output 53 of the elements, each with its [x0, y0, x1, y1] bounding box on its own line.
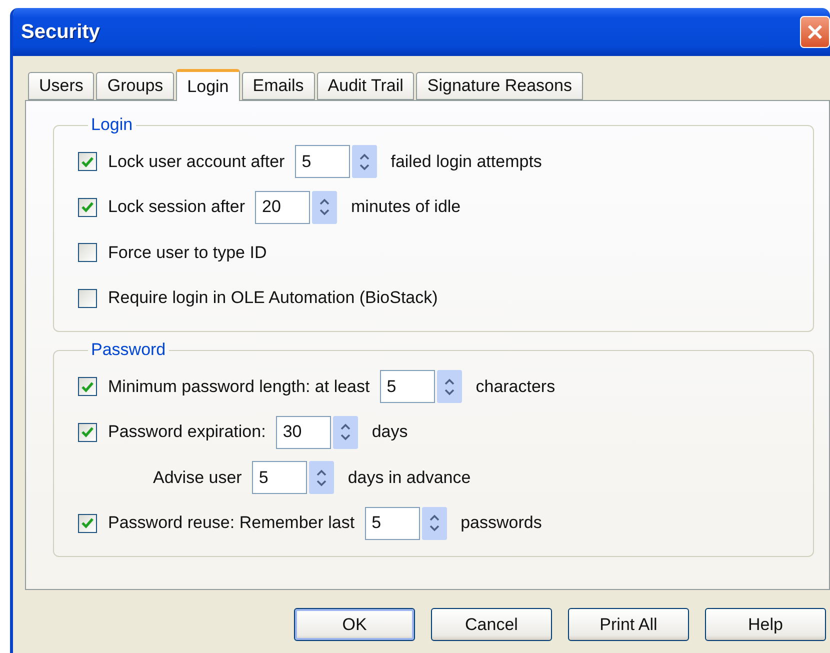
close-button[interactable]	[800, 16, 830, 48]
number-field[interactable]: 30	[276, 416, 331, 449]
unit-label: days in advance	[348, 468, 471, 488]
number-field[interactable]: 5	[294, 145, 350, 178]
spin-button[interactable]	[332, 416, 358, 449]
number-field[interactable]: 5	[252, 461, 307, 494]
option-label: Minimum password length: at least	[108, 376, 370, 397]
dialog-button[interactable]: OK	[294, 608, 415, 641]
dialog-button[interactable]: Print All	[568, 608, 689, 641]
spin-button[interactable]	[312, 190, 338, 224]
checkbox[interactable]	[78, 198, 97, 217]
tab[interactable]: Groups	[96, 72, 174, 100]
unit-label: minutes of idle	[351, 197, 461, 218]
tab[interactable]: Login	[176, 69, 240, 101]
checkbox[interactable]	[78, 377, 97, 396]
check-icon	[81, 201, 94, 214]
option-label: Force user to type ID	[108, 242, 267, 263]
tab[interactable]: Audit Trail	[316, 72, 414, 100]
check-icon	[81, 380, 94, 393]
option-label: Lock user account after	[108, 152, 285, 172]
option-label: Require login in OLE Automation (BioStack)	[108, 288, 438, 308]
spin-button[interactable]	[308, 461, 334, 494]
option-label: Lock session after	[108, 197, 246, 218]
dialog-button[interactable]: Cancel	[431, 608, 552, 641]
group-title: Login	[90, 115, 134, 135]
option-label: Password expiration:	[108, 422, 266, 442]
tab[interactable]: Signature Reasons	[416, 72, 583, 100]
number-field[interactable]: 20	[255, 190, 310, 224]
spin-button[interactable]	[422, 506, 447, 540]
group-title: Password	[90, 340, 167, 360]
unit-label: days	[372, 422, 408, 442]
checkbox[interactable]	[78, 243, 97, 262]
window-title: Security	[21, 20, 100, 44]
spin-button[interactable]	[436, 370, 462, 404]
checkbox[interactable]	[78, 422, 97, 442]
option-label: Password reuse: Remember last	[108, 513, 355, 534]
unit-label: characters	[476, 376, 556, 397]
dialog-button[interactable]: Help	[705, 608, 826, 641]
checkbox[interactable]	[78, 288, 97, 308]
tab[interactable]: Emails	[242, 72, 315, 100]
check-icon	[81, 156, 94, 168]
number-field[interactable]: 5	[364, 506, 420, 540]
check-icon	[81, 517, 94, 530]
check-icon	[81, 426, 94, 438]
spin-button[interactable]	[352, 145, 377, 178]
tab[interactable]: Users	[28, 72, 94, 100]
unit-label: passwords	[460, 513, 542, 534]
checkbox[interactable]	[78, 514, 97, 533]
option-label: Advise user	[153, 468, 242, 488]
number-field[interactable]: 5	[380, 370, 435, 404]
checkbox[interactable]	[78, 152, 97, 172]
close-icon	[806, 23, 824, 41]
unit-label: failed login attempts	[390, 152, 542, 172]
